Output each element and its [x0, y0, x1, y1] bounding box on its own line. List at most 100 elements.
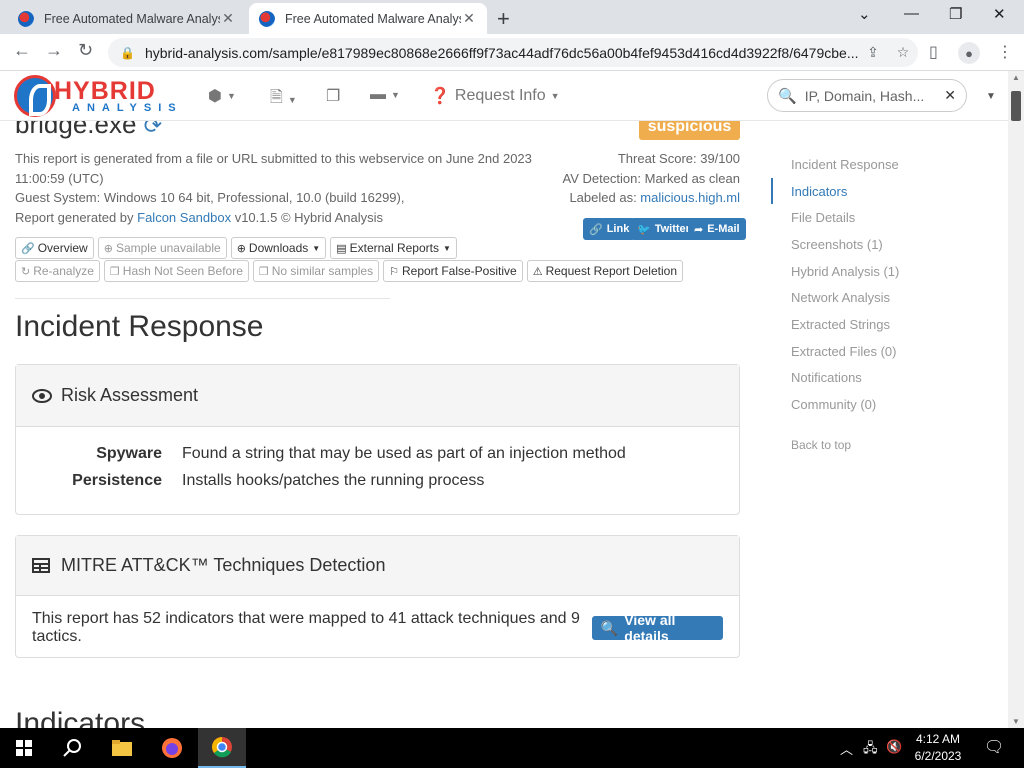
- network-icon[interactable]: 🖧: [863, 739, 878, 761]
- hybrid-analysis-logo[interactable]: HYBRID ANALYSIS: [14, 75, 180, 117]
- hash-not-seen-button[interactable]: ❐ Hash Not Seen Before: [103, 260, 249, 282]
- tab-close-icon[interactable]: ✕: [220, 10, 236, 27]
- external-reports-button[interactable]: ▤ External Reports ▼: [330, 237, 457, 259]
- browser-tab-2[interactable]: Free Automated Malware Analysis ✕: [249, 3, 487, 34]
- site-search-input[interactable]: 🔍 IP, Domain, Hash... ✕: [767, 79, 967, 112]
- sidenav-item-extracted-files[interactable]: Extracted Files (0): [771, 338, 990, 365]
- taskbar-clock[interactable]: 4:12 AM 6/2/2023: [905, 731, 971, 765]
- tab-close-icon[interactable]: ✕: [461, 10, 477, 27]
- share-link-label: Link: [606, 223, 630, 235]
- scroll-up-icon[interactable]: ▲: [1012, 73, 1020, 82]
- taskbar-firefox[interactable]: [148, 728, 196, 768]
- view-all-details-button[interactable]: 🔍 View all details: [591, 612, 723, 644]
- back-to-top-link[interactable]: Back to top: [771, 438, 990, 452]
- sidenav-item-community[interactable]: Community (0): [771, 391, 990, 418]
- minimize-icon[interactable]: —: [904, 5, 919, 22]
- page-scrollbar[interactable]: ▲ ▼: [1008, 71, 1024, 728]
- scroll-down-icon[interactable]: ▼: [1012, 717, 1020, 726]
- taskbar-file-explorer[interactable]: [98, 728, 146, 768]
- scrollbar-thumb[interactable]: [1011, 91, 1021, 121]
- browser-menu-icon[interactable]: ⋮: [997, 42, 1013, 62]
- show-hidden-icons-icon[interactable]: ︿: [840, 739, 853, 758]
- share-email-button[interactable]: ➦ E-Mail: [688, 218, 746, 240]
- profile-avatar-icon[interactable]: ●: [958, 42, 980, 64]
- taskbar-search-button[interactable]: [48, 728, 96, 768]
- nav-request-info[interactable]: ❓ Request Info ▼: [430, 86, 560, 106]
- report-false-positive-button[interactable]: ⚐ Report False-Positive: [383, 260, 523, 282]
- logo-text-bottom: ANALYSIS: [72, 102, 183, 114]
- sidenav-item-extracted-strings[interactable]: Extracted Strings: [771, 311, 990, 338]
- risk-row: Persistence Installs hooks/patches the r…: [16, 467, 739, 494]
- sidenav-item-network-analysis[interactable]: Network Analysis: [771, 284, 990, 311]
- chevron-down-icon: ▼: [550, 91, 560, 101]
- browser-tab-1[interactable]: Free Automated Malware Analysis ✕: [8, 3, 246, 34]
- request-info-label: Request Info: [454, 87, 546, 104]
- back-icon[interactable]: ←: [13, 40, 31, 61]
- firefox-icon: [162, 738, 182, 758]
- volume-muted-icon[interactable]: 🔇: [886, 739, 902, 755]
- search-placeholder: IP, Domain, Hash...: [804, 87, 925, 104]
- tab-title: Free Automated Malware Analysis: [285, 11, 461, 26]
- chevron-down-icon[interactable]: ▼: [986, 91, 996, 102]
- share-link-button[interactable]: 🔗 Link: [583, 218, 636, 240]
- risk-assessment-header: Risk Assessment: [16, 365, 739, 427]
- forward-icon[interactable]: →: [45, 40, 63, 61]
- nav-folder-menu[interactable]: ▬ ▼: [370, 86, 400, 104]
- copy-icon: ❐: [109, 265, 120, 278]
- new-tab-icon[interactable]: +: [497, 6, 510, 32]
- sidenav-item-screenshots[interactable]: Screenshots (1): [771, 231, 990, 258]
- threat-score: Threat Score: 39/100: [617, 151, 740, 166]
- nav-sandbox-menu[interactable]: ⬢ ▼: [208, 86, 236, 106]
- risk-value: Installs hooks/patches the running proce…: [182, 472, 485, 489]
- report-scores: Threat Score: 39/100 AV Detection: Marke…: [520, 149, 740, 208]
- address-bar[interactable]: 🔒 hybrid-analysis.com/sample/e817989ec80…: [108, 38, 918, 67]
- falcon-sandbox-link[interactable]: Falcon Sandbox: [137, 210, 231, 225]
- overview-label: Overview: [37, 241, 88, 255]
- lock-icon[interactable]: 🔒: [120, 46, 135, 60]
- reanalyze-button[interactable]: ↻ Re-analyze: [15, 260, 100, 282]
- sidenav-item-file-details[interactable]: File Details: [771, 204, 990, 231]
- overview-button[interactable]: 🔗 Overview: [15, 237, 94, 259]
- chevron-down-icon: ▼: [287, 94, 297, 105]
- windows-taskbar: ︿ 🖧 🔇 4:12 AM 6/2/2023 🗨: [0, 728, 1024, 768]
- risk-assessment-panel: Risk Assessment Spyware Found a string t…: [15, 364, 740, 515]
- refresh-sample-icon[interactable]: ⟳: [144, 121, 162, 138]
- filename-text: bridge.exe: [15, 121, 137, 139]
- no-similar-samples-button[interactable]: ❐ No similar samples: [252, 260, 380, 282]
- share-icon[interactable]: ⇪: [858, 44, 888, 61]
- nav-file-menu[interactable]: 🗎 ▼: [270, 86, 297, 113]
- incident-response-heading: Incident Response: [15, 310, 264, 343]
- notifications-icon[interactable]: 🗨: [984, 737, 1004, 757]
- hash-not-seen-label: Hash Not Seen Before: [122, 264, 243, 278]
- email-share-icon: ➦: [694, 223, 704, 236]
- search-icon: 🔍: [778, 87, 797, 105]
- downloads-label: Downloads: [248, 241, 309, 255]
- sidenav-item-notifications[interactable]: Notifications: [771, 365, 990, 392]
- sample-unavailable-button[interactable]: ⊕ Sample unavailable: [97, 237, 227, 259]
- search-icon: 🔍: [600, 619, 619, 636]
- sidenav-item-hybrid-analysis[interactable]: Hybrid Analysis (1): [771, 258, 990, 285]
- downloads-button[interactable]: ⊕ Downloads ▼: [230, 237, 327, 259]
- side-panel-icon[interactable]: ▯: [929, 42, 938, 62]
- reload-icon[interactable]: ↻: [78, 40, 93, 61]
- nav-reports[interactable]: ❐: [326, 86, 340, 106]
- tab-search-icon[interactable]: ⌄: [858, 5, 871, 23]
- sidenav-item-indicators[interactable]: Indicators: [771, 177, 990, 205]
- sidenav-item-incident-response[interactable]: Incident Response: [771, 151, 990, 178]
- cube-icon: ⬢: [208, 88, 222, 105]
- bookmark-star-icon[interactable]: ☆: [888, 44, 918, 61]
- labeled-prefix: Labeled as:: [569, 190, 641, 206]
- start-button[interactable]: [0, 728, 48, 768]
- false-positive-label: Report False-Positive: [401, 264, 517, 278]
- request-deletion-button[interactable]: ⚠ Request Report Deletion: [526, 260, 683, 282]
- section-divider: [15, 298, 390, 299]
- clear-search-icon[interactable]: ✕: [944, 87, 956, 104]
- logo-mark-icon: [14, 75, 56, 117]
- restore-icon[interactable]: ❐: [949, 5, 962, 23]
- report-actions-row-2: ↻ Re-analyze ❐ Hash Not Seen Before ❐ No si…: [15, 260, 687, 282]
- share-twitter-button[interactable]: 🐦 Twitter: [631, 218, 696, 240]
- av-detection: AV Detection: Marked as clean: [562, 170, 740, 186]
- label-link[interactable]: malicious.high.ml: [640, 190, 740, 205]
- taskbar-chrome[interactable]: [198, 728, 246, 768]
- close-window-icon[interactable]: ✕: [993, 5, 1006, 23]
